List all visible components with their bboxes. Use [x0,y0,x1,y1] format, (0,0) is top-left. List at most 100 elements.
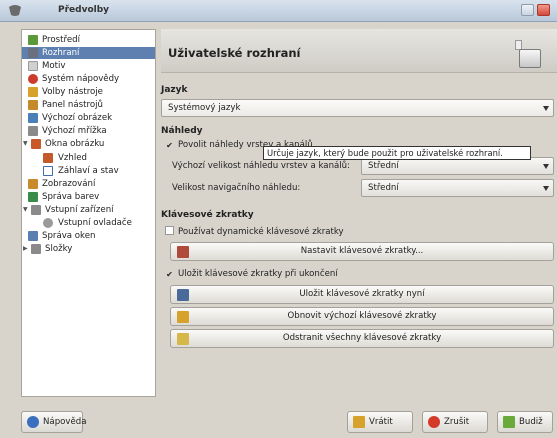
help-button-label: Nápověda [43,417,87,427]
previews-section-title: Náhledy [161,126,203,136]
display-icon [28,179,38,189]
sidebar-item-display[interactable]: Zobrazování [22,178,155,190]
sidebar-item-input-devices[interactable]: ▼ Vstupní zařízení [22,204,155,216]
cancel-icon [428,416,440,428]
nav-preview-size-select[interactable]: Střední [361,179,554,197]
sidebar-item-theme[interactable]: Motiv [22,60,155,72]
preview-size-label: Výchozí velikost náhledu vrstev a kanálů… [172,161,351,171]
preferences-page: Uživatelské rozhraní Jazyk Systémový jaz… [161,29,557,397]
clear-icon [177,333,189,345]
title-bar: Předvolby [0,0,557,22]
cancel-button-label: Zrušit [444,417,470,427]
checkmark-icon: ✔ [166,270,173,279]
sidebar-item-help-system[interactable]: Systém nápovědy [22,73,155,85]
checkmark-icon: ✔ [166,141,173,150]
default-grid-icon [28,126,38,136]
category-sidebar: Prostředí Rozhraní Motiv Systém nápovědy… [21,29,156,397]
preview-size-value: Střední [368,161,399,171]
folders-icon [31,244,41,254]
help-button[interactable]: Nápověda [21,411,87,433]
dynamic-shortcuts-label: Používat dynamické klávesové zkratky [178,227,344,237]
sidebar-item-label: Záhlaví a stav [58,166,119,176]
sidebar-item-appearance[interactable]: Vzhled [22,152,155,164]
sidebar-item-folders[interactable]: ▶ Složky [22,243,155,255]
keyboard-icon [177,246,189,258]
revert-icon [353,416,365,428]
window-title: Předvolby [58,5,110,15]
language-value: Systémový jazyk [168,103,241,113]
sidebar-item-toolbox[interactable]: Panel nástrojů [22,99,155,111]
reset-button[interactable]: Vrátit [347,411,413,433]
nav-preview-size-label: Velikost navigačního náhledu: [172,183,301,193]
ok-button[interactable]: Budiž [497,411,553,433]
color-management-icon [28,192,38,202]
window-management-icon [28,231,38,241]
reset-shortcuts-button[interactable]: Obnovit výchozí klávesové zkratky [170,307,554,326]
environment-icon [28,35,38,45]
ok-button-label: Budiž [519,417,543,427]
language-section-title: Jazyk [161,85,188,95]
tool-options-icon [28,87,38,97]
sidebar-item-label: Motiv [42,61,66,71]
language-select[interactable]: Systémový jazyk [161,99,554,117]
sidebar-item-label: Okna obrázku [45,139,105,149]
sidebar-item-label: Vzhled [58,153,87,163]
nav-preview-size-value: Střední [368,183,399,193]
sidebar-item-label: Panel nástrojů [42,100,103,110]
sidebar-item-tool-options[interactable]: Volby nástroje [22,86,155,98]
remove-shortcuts-label: Odstranit všechny klávesové zkratky [282,333,442,343]
page-header: Uživatelské rozhraní [161,29,557,73]
sidebar-item-window-management[interactable]: Správa oken [22,230,155,242]
remove-shortcuts-button[interactable]: Odstranit všechny klávesové zkratky [170,329,554,348]
cancel-button[interactable]: Zrušit [422,411,488,433]
sidebar-item-environment[interactable]: Prostředí [22,34,155,46]
expander-open-icon[interactable]: ▼ [23,204,28,216]
help-icon [27,416,39,428]
help-system-icon [28,74,38,84]
page-title: Uživatelské rozhraní [168,46,301,60]
configure-shortcuts-button[interactable]: Nastavit klávesové zkratky... [170,242,554,261]
sidebar-item-label: Systém nápovědy [42,74,120,84]
sidebar-item-input-controllers[interactable]: Vstupní ovladače [22,217,155,229]
sidebar-item-label: Prostředí [42,35,80,45]
reset-shortcuts-label: Obnovit výchozí klávesové zkratky [287,311,437,321]
app-icon [9,5,21,16]
maximize-button[interactable] [521,4,534,16]
sidebar-item-default-image[interactable]: Výchozí obrázek [22,112,155,124]
interface-page-icon [519,49,541,68]
sidebar-item-default-grid[interactable]: Výchozí mřížka [22,125,155,137]
sidebar-item-label: Výchozí mřížka [42,126,107,136]
reset-button-label: Vrátit [369,417,393,427]
sidebar-item-color-management[interactable]: Správa barev [22,191,155,203]
sidebar-item-label: Vstupní zařízení [45,205,114,215]
sidebar-item-image-windows[interactable]: ▼ Okna obrázku [22,138,155,150]
input-controllers-icon [43,218,53,228]
input-devices-icon [31,205,41,215]
save-shortcuts-now-button[interactable]: Uložit klávesové zkratky nyní [170,285,554,304]
save-shortcuts-now-label: Uložit klávesové zkratky nyní [299,289,425,299]
sidebar-item-label: Výchozí obrázek [42,113,113,123]
sidebar-item-label: Správa barev [42,192,100,202]
title-status-icon [43,166,53,176]
shortcuts-section-title: Klávesové zkratky [161,210,254,220]
expander-open-icon[interactable]: ▼ [23,138,28,150]
sidebar-item-label: Složky [45,244,73,254]
default-image-icon [28,113,38,123]
ok-checkmark-icon [503,416,515,428]
save-on-exit-checkbox[interactable]: ✔ Uložit klávesové zkratky při ukončení [165,269,338,279]
sidebar-item-interface[interactable]: Rozhraní [22,47,155,59]
configure-shortcuts-label: Nastavit klávesové zkratky... [300,246,424,256]
dynamic-shortcuts-checkbox[interactable]: Používat dynamické klávesové zkratky [165,226,344,237]
sidebar-item-title-status[interactable]: Záhlaví a stav [22,165,155,177]
sidebar-item-label: Rozhraní [42,48,80,58]
appearance-icon [43,153,53,163]
expander-closed-icon[interactable]: ▶ [23,243,28,255]
theme-icon [28,61,38,71]
sidebar-item-label: Volby nástroje [42,87,103,97]
dropdown-arrow-icon [543,106,549,111]
sidebar-item-label: Správa oken [42,231,96,241]
dropdown-arrow-icon [543,186,549,191]
toolbox-icon [28,100,38,110]
checkbox-empty-icon [165,226,174,235]
close-button[interactable] [537,4,550,16]
